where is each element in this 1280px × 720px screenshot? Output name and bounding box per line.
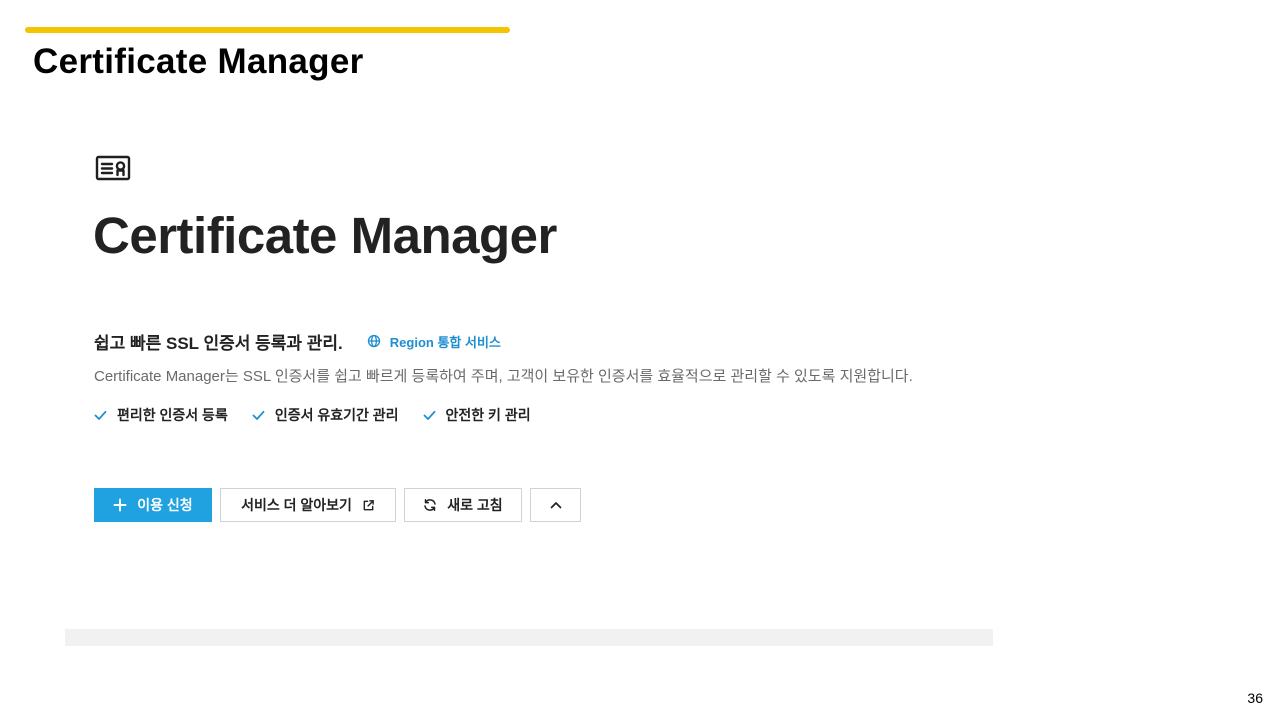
content-divider-bar — [65, 629, 993, 646]
globe-icon — [367, 334, 390, 348]
product-title: Certificate Manager — [93, 207, 557, 264]
check-icon — [423, 410, 446, 421]
apply-button[interactable]: 이용 신청 — [94, 488, 212, 522]
learn-more-button[interactable]: 서비스 더 알아보기 — [220, 488, 396, 522]
refresh-icon — [423, 498, 447, 512]
check-icon — [252, 410, 275, 421]
feature-label: 인증서 유효기간 관리 — [274, 407, 399, 423]
feature-item: 안전한 키 관리 — [423, 405, 531, 425]
action-buttons: 이용 신청 서비스 더 알아보기 새로 고침 — [94, 488, 589, 522]
page-number: 36 — [1247, 690, 1263, 706]
refresh-button-label: 새로 고침 — [447, 497, 503, 513]
product-tagline: 쉽고 빠른 SSL 인증서 등록과 관리. — [94, 333, 343, 353]
title-accent-bar — [25, 27, 510, 33]
collapse-button[interactable] — [530, 488, 581, 522]
plus-icon — [113, 498, 137, 512]
feature-list: 편리한 인증서 등록 인증서 유효기간 관리 안전한 키 관리 — [94, 405, 555, 425]
check-icon — [94, 410, 117, 421]
region-badge: Region 통합 서비스 — [367, 332, 501, 351]
refresh-button[interactable]: 새로 고침 — [404, 488, 522, 522]
chevron-up-icon — [549, 498, 563, 512]
slide-title: Certificate Manager — [33, 42, 364, 81]
product-description: Certificate Manager는 SSL 인증서를 쉽고 빠르게 등록하… — [94, 368, 913, 385]
certificate-icon — [95, 154, 131, 182]
tagline-row: 쉽고 빠른 SSL 인증서 등록과 관리. Region 통합 서비스 — [94, 329, 501, 353]
feature-item: 편리한 인증서 등록 — [94, 405, 228, 425]
feature-label: 안전한 키 관리 — [445, 407, 531, 423]
region-badge-label: Region 통합 서비스 — [389, 334, 501, 350]
apply-button-label: 이용 신청 — [137, 497, 193, 513]
feature-item: 인증서 유효기간 관리 — [252, 405, 399, 425]
learn-more-label: 서비스 더 알아보기 — [241, 497, 352, 513]
feature-label: 편리한 인증서 등록 — [117, 407, 228, 423]
external-link-icon — [352, 499, 375, 512]
